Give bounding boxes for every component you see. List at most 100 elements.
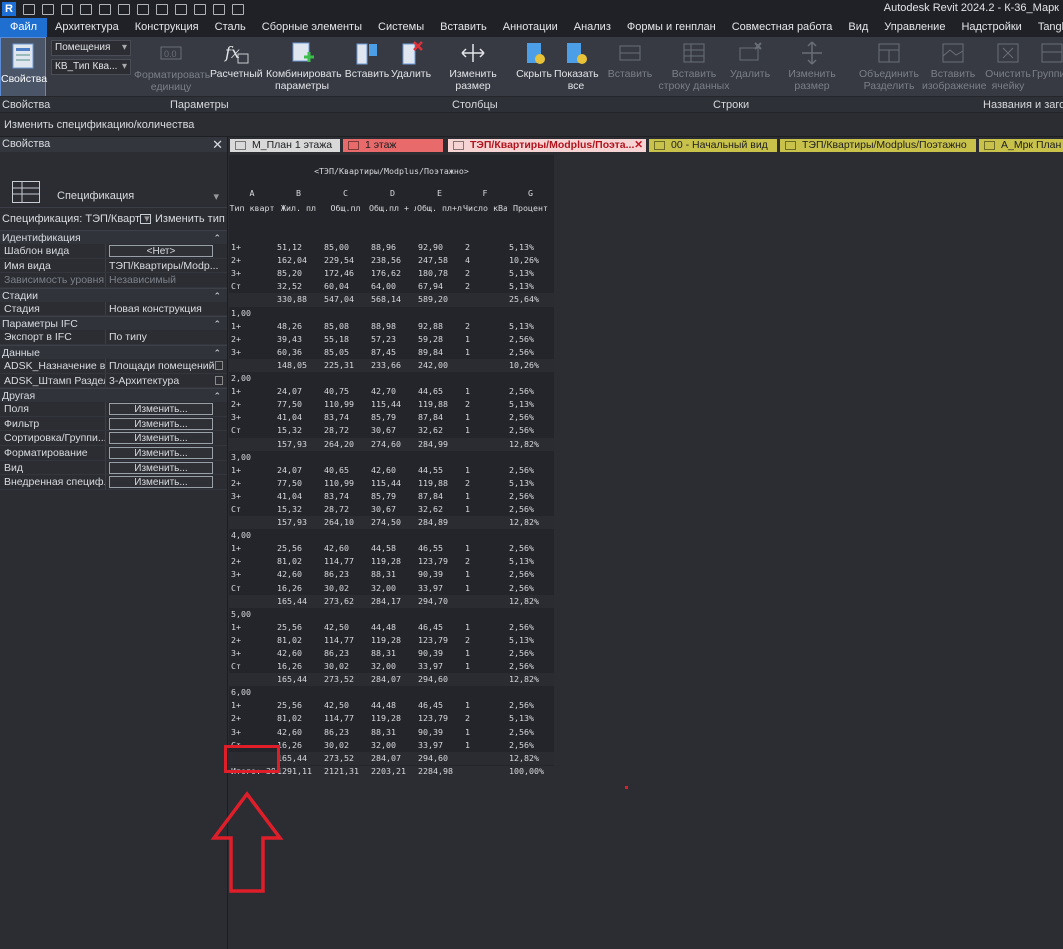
table-cell[interactable]: 5,13%: [507, 267, 554, 280]
group-header-row[interactable]: 6,00: [229, 686, 554, 699]
table-cell[interactable]: 1: [463, 464, 507, 477]
table-cell[interactable]: 28,72: [322, 424, 369, 437]
table-cell[interactable]: 25,56: [275, 542, 322, 555]
table-cell[interactable]: 42,50: [322, 699, 369, 712]
table-cell[interactable]: 274,50: [369, 516, 416, 529]
column-letter[interactable]: E: [416, 188, 463, 201]
props-section-header[interactable]: Параметры IFC ⌃: [0, 316, 227, 331]
table-cell[interactable]: 42,50: [322, 621, 369, 634]
table-cell[interactable]: 2,56%: [507, 385, 554, 398]
close-icon[interactable]: ✕: [634, 139, 643, 152]
table-row[interactable]: 3+ 42,60 86,23 88,31 90,39 1 2,56%: [229, 726, 554, 739]
table-cell[interactable]: 2+: [229, 398, 275, 411]
calculated-button[interactable]: fx Расчетный: [210, 40, 263, 80]
table-row[interactable]: 1+ 25,56 42,60 44,58 46,55 1 2,56%: [229, 542, 554, 555]
table-cell[interactable]: 64,00: [369, 280, 416, 293]
table-cell[interactable]: 90,39: [416, 568, 463, 581]
table-cell[interactable]: 1291,11: [275, 765, 322, 778]
chevron-down-icon[interactable]: ▾: [213, 190, 219, 203]
measure-icon[interactable]: [156, 3, 168, 15]
table-cell[interactable]: [229, 438, 275, 451]
table-cell[interactable]: 114,77: [322, 712, 369, 725]
insert-row-button[interactable]: Вставить: [604, 40, 656, 80]
table-cell[interactable]: 88,31: [369, 647, 416, 660]
table-row[interactable]: Ст 32,52 60,04 64,00 67,94 2 5,13%: [229, 280, 554, 293]
table-cell[interactable]: 273,62: [322, 595, 369, 608]
table-cell[interactable]: 2+: [229, 254, 275, 267]
view-tab[interactable]: ТЭП/Квартиры/Modplus/Поэтажно: [780, 139, 976, 152]
table-row[interactable]: 1+ 48,26 85,08 88,98 92,88 2 5,13%: [229, 320, 554, 333]
table-cell[interactable]: [229, 516, 275, 529]
table-cell[interactable]: Ст: [229, 424, 275, 437]
table-cell[interactable]: 165,44: [275, 595, 322, 608]
table-cell[interactable]: 12,82%: [507, 595, 554, 608]
clear-cell-button[interactable]: Очистить ячейку: [985, 40, 1031, 92]
table-cell[interactable]: 92,90: [416, 241, 463, 254]
table-cell[interactable]: 2: [463, 634, 507, 647]
table-cell[interactable]: 264,20: [322, 438, 369, 451]
table-cell[interactable]: 284,99: [416, 438, 463, 451]
checkbox[interactable]: [215, 375, 223, 385]
table-cell[interactable]: [463, 765, 507, 778]
table-cell[interactable]: 90,39: [416, 647, 463, 660]
table-cell[interactable]: 59,28: [416, 333, 463, 346]
table-cell[interactable]: 44,65: [416, 385, 463, 398]
table-cell[interactable]: 123,79: [416, 555, 463, 568]
type-selector-box[interactable]: Спецификация ▾: [0, 152, 227, 208]
group-header-row[interactable]: 3,00: [229, 451, 554, 464]
table-cell[interactable]: 77,50: [275, 398, 322, 411]
table-cell[interactable]: 30,67: [369, 503, 416, 516]
switch-windows-icon[interactable]: [232, 3, 244, 15]
collapse-icon[interactable]: ⌃: [213, 231, 221, 245]
table-cell[interactable]: 1: [463, 385, 507, 398]
table-cell[interactable]: 33,97: [416, 660, 463, 673]
table-row[interactable]: 2+ 77,50 110,99 115,44 119,88 2 5,13%: [229, 398, 554, 411]
table-cell[interactable]: 1: [463, 568, 507, 581]
table-cell[interactable]: 172,46: [322, 267, 369, 280]
table-cell[interactable]: 41,04: [275, 490, 322, 503]
view-tab[interactable]: 00 - Начальный вид: [649, 139, 777, 152]
table-cell[interactable]: 2: [463, 398, 507, 411]
view-tab[interactable]: А_Мрк План 5: [979, 139, 1063, 152]
table-cell[interactable]: 123,79: [416, 634, 463, 647]
table-cell[interactable]: 114,77: [322, 555, 369, 568]
open-icon[interactable]: [23, 3, 35, 15]
table-cell[interactable]: 42,60: [322, 542, 369, 555]
table-cell[interactable]: 60,36: [275, 346, 322, 359]
table-cell[interactable]: 86,23: [322, 647, 369, 660]
column-letter[interactable]: A: [229, 188, 275, 201]
section-icon[interactable]: [213, 3, 225, 15]
table-cell[interactable]: 5,13%: [507, 712, 554, 725]
show-all-columns-button[interactable]: Показать все: [554, 40, 599, 92]
group-header-row[interactable]: 4,00: [229, 529, 554, 542]
table-cell[interactable]: 42,60: [275, 568, 322, 581]
edit-property-button[interactable]: Изменить...: [109, 476, 213, 489]
collapse-icon[interactable]: ⌃: [213, 317, 221, 331]
table-cell[interactable]: 32,00: [369, 582, 416, 595]
table-cell[interactable]: 100,00%: [507, 765, 554, 778]
table-cell[interactable]: 25,64%: [507, 293, 554, 306]
table-cell[interactable]: 1: [463, 582, 507, 595]
table-cell[interactable]: 3+: [229, 647, 275, 660]
table-cell[interactable]: 589,20: [416, 293, 463, 306]
table-cell[interactable]: 3+: [229, 346, 275, 359]
table-cell[interactable]: 85,20: [275, 267, 322, 280]
table-cell[interactable]: 44,48: [369, 699, 416, 712]
table-cell[interactable]: 2: [463, 280, 507, 293]
table-cell[interactable]: 1: [463, 424, 507, 437]
table-cell[interactable]: 30,02: [322, 660, 369, 673]
table-cell[interactable]: 2+: [229, 477, 275, 490]
table-cell[interactable]: 2,56%: [507, 582, 554, 595]
table-cell[interactable]: 119,88: [416, 398, 463, 411]
column-header[interactable]: Жил. пл: [275, 203, 322, 216]
table-cell[interactable]: 85,79: [369, 490, 416, 503]
table-cell[interactable]: 1: [463, 660, 507, 673]
table-cell[interactable]: Ст: [229, 280, 275, 293]
table-cell[interactable]: 92,88: [416, 320, 463, 333]
table-cell[interactable]: 1: [463, 647, 507, 660]
table-cell[interactable]: 165,44: [275, 673, 322, 686]
table-cell[interactable]: 42,60: [275, 726, 322, 739]
table-cell[interactable]: 115,44: [369, 398, 416, 411]
hide-column-button[interactable]: Скрыть: [515, 40, 553, 80]
table-cell[interactable]: [463, 752, 507, 765]
